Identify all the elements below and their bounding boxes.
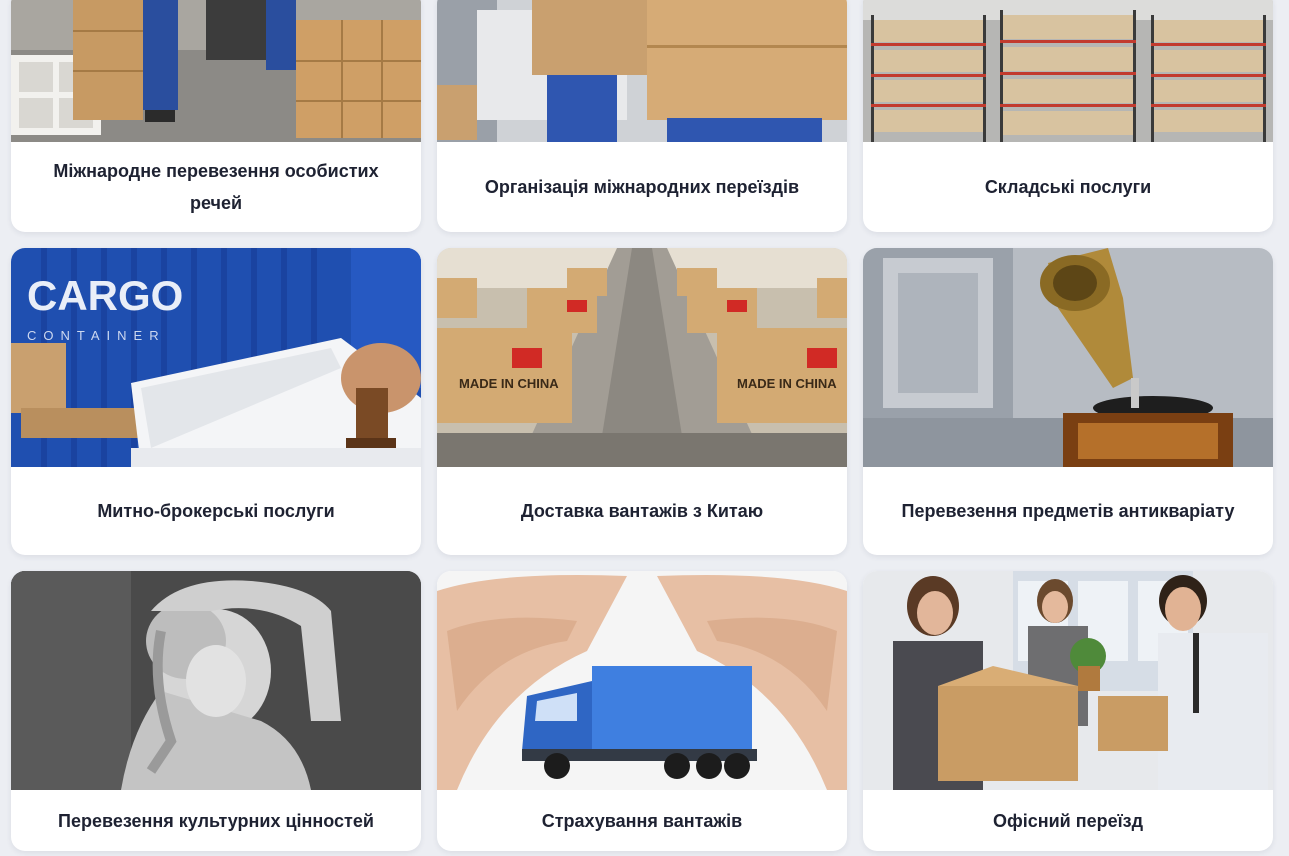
gramophone-image <box>863 248 1273 467</box>
container-word: CONTAINER <box>27 328 166 343</box>
service-card-cargo-insurance[interactable]: Страхування вантажів <box>437 571 847 851</box>
service-card-antiques[interactable]: Перевезення предметів антикваріату <box>863 248 1273 555</box>
office-moving-people-image <box>863 571 1273 790</box>
services-grid: Міжнародне перевезення особистих речей О… <box>0 0 1289 856</box>
service-card-title: Міжнародне перевезення особистих речей <box>53 161 379 213</box>
made-in-china-left: MADE IN CHINA <box>459 376 559 391</box>
service-card-china-delivery[interactable]: MADE IN CHINA MADE IN CHINA Доставка ван… <box>437 248 847 555</box>
service-card-warehouse[interactable]: Складські послуги <box>863 0 1273 232</box>
service-card-office-relocation[interactable]: Офісний переїзд <box>863 571 1273 851</box>
service-card-title: Митно-брокерські послуги <box>97 501 335 521</box>
service-card-title: Перевезення предметів антикваріату <box>901 501 1235 521</box>
service-card-title: Складські послуги <box>984 177 1152 197</box>
conveyor-boxes-china-image: MADE IN CHINA MADE IN CHINA <box>437 248 847 467</box>
cargo-container-stamp-image: CARGO CONTAINER <box>11 248 421 467</box>
service-card-title: Офісний переїзд <box>992 810 1144 831</box>
carrying-boxes-image <box>437 0 847 142</box>
hands-truck-image <box>437 571 847 790</box>
service-card-title: Організація міжнародних переїздів <box>484 177 800 197</box>
classical-statue-image <box>11 571 421 790</box>
service-card-international-relocation[interactable]: Організація міжнародних переїздів <box>437 0 847 232</box>
made-in-china-right: MADE IN CHINA <box>737 376 837 391</box>
service-card-title: Страхування вантажів <box>541 810 743 831</box>
service-card-cultural-values[interactable]: Перевезення культурних цінностей <box>11 571 421 851</box>
service-card-title: Перевезення культурних цінностей <box>58 810 374 831</box>
service-card-title: Доставка вантажів з Китаю <box>520 501 764 521</box>
service-card-personal-belongings[interactable]: Міжнародне перевезення особистих речей <box>11 0 421 232</box>
cargo-word: CARGO <box>27 272 183 319</box>
warehouse-shelves-image <box>863 0 1273 142</box>
service-card-customs-brokerage[interactable]: CARGO CONTAINER Митно-брокерські послуги <box>11 248 421 555</box>
movers-loading-boxes-image <box>11 0 421 142</box>
